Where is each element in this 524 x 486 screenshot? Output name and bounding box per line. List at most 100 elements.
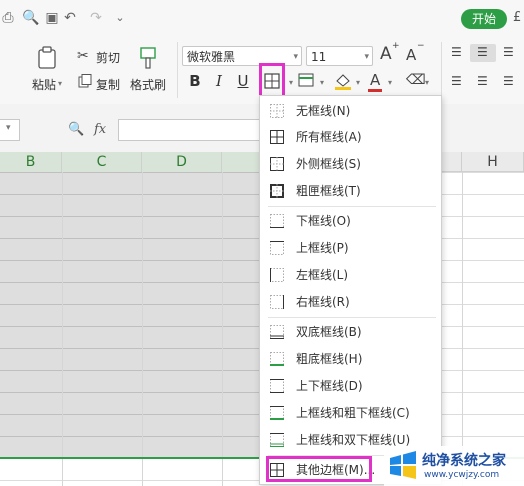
chevron-down-icon: ▾ [6, 123, 11, 133]
eraser-icon[interactable]: ⌫ [406, 72, 426, 88]
menu-item-all-borders[interactable]: 所有框线(A) [260, 124, 441, 150]
font-name-value: 微软雅黑 [187, 50, 236, 64]
chevron-down-icon[interactable]: ▾ [388, 78, 392, 87]
top-bottom-border-icon [270, 379, 284, 393]
undo-icon[interactable]: ↶ [62, 10, 78, 26]
menu-item-top-bottom-border[interactable]: 上下框线(D) [260, 373, 441, 399]
top-thick-bottom-border-icon [270, 406, 284, 420]
chevron-down-icon[interactable]: ▾ [356, 78, 360, 87]
grid-column-line [62, 172, 63, 486]
ribbon-separator [441, 42, 442, 98]
copy-button[interactable]: 复制 [96, 76, 120, 93]
customize-dropdown-icon[interactable]: ⌄ [112, 10, 128, 26]
toolbar-edge-icon: £ [513, 10, 522, 25]
font-color-button[interactable]: A [370, 71, 380, 89]
font-size-value: 11 [311, 50, 327, 64]
menu-item-label: 下框线(O) [296, 214, 351, 228]
align-left-icon[interactable]: ☰ [451, 74, 462, 88]
left-border-icon [270, 268, 284, 282]
scissors-icon[interactable]: ✂ [77, 48, 89, 64]
menu-item-right-border[interactable]: 右框线(R) [260, 289, 441, 315]
no-border-icon [270, 104, 284, 118]
double-bottom-border-icon [270, 325, 284, 339]
watermark-url: www.ycwjzy.com [424, 470, 500, 480]
menu-item-outside-borders[interactable]: 外侧框线(S) [260, 151, 441, 177]
top-border-icon [270, 241, 284, 255]
decrease-font-icon: − [417, 41, 425, 51]
format-painter-button[interactable]: 格式刷 [130, 76, 166, 93]
grid-column-line [222, 172, 223, 486]
thick-bottom-border-icon [270, 352, 284, 366]
fill-color-icon[interactable] [334, 72, 352, 90]
chevron-down-icon: ▾ [364, 52, 369, 62]
chevron-down-icon[interactable]: ▾ [425, 78, 429, 87]
menu-item-label: 上框线(P) [296, 241, 349, 255]
menu-item-double-bottom-border[interactable]: 双底框线(B) [260, 319, 441, 345]
menu-item-label: 粗底框线(H) [296, 352, 363, 366]
menu-item-label: 粗匣框线(T) [296, 184, 361, 198]
conditional-format-icon[interactable] [298, 73, 316, 89]
format-painter-icon[interactable] [137, 46, 159, 70]
redo-icon[interactable]: ↷ [88, 10, 104, 26]
menu-item-top-thick-bottom-border[interactable]: 上框线和粗下框线(C) [260, 400, 441, 426]
paste-button[interactable]: 粘贴 [32, 76, 56, 93]
ribbon-separator [177, 42, 178, 98]
decrease-font-button[interactable]: A [406, 46, 416, 64]
increase-font-icon: + [392, 41, 400, 51]
menu-item-bottom-border[interactable]: 下框线(O) [260, 208, 441, 234]
align-bottom-icon[interactable]: ☰ [503, 45, 514, 59]
watermark-logo-icon [390, 451, 416, 479]
align-middle-icon: ☰ [477, 45, 488, 59]
print-icon[interactable]: ⎙ [0, 10, 16, 26]
increase-font-button[interactable]: A [380, 44, 392, 64]
name-box[interactable]: ▾ [0, 119, 20, 141]
paste-dropdown-icon[interactable]: ▾ [58, 79, 62, 88]
formula-input[interactable] [118, 119, 268, 141]
print-preview-icon[interactable]: 🔍 [22, 10, 39, 26]
align-top-icon[interactable]: ☰ [451, 45, 462, 59]
fx-button[interactable]: fx [94, 122, 106, 137]
menu-item-left-border[interactable]: 左框线(L) [260, 262, 441, 288]
right-border-icon [270, 295, 284, 309]
thick-box-border-icon [270, 184, 284, 198]
menu-item-label: 双底框线(B) [296, 325, 362, 339]
menu-item-label: 左框线(L) [296, 268, 349, 282]
start-tab[interactable]: 开始 [461, 9, 507, 29]
italic-button[interactable]: I [210, 71, 228, 91]
align-center-icon[interactable]: ☰ [477, 74, 488, 88]
bold-button[interactable]: B [186, 71, 204, 91]
grid-column-line [142, 172, 143, 486]
chevron-down-icon[interactable]: ▾ [320, 78, 324, 87]
column-header-E[interactable] [222, 152, 262, 172]
cut-button[interactable]: 剪切 [96, 49, 120, 66]
menu-item-top-border[interactable]: 上框线(P) [260, 235, 441, 261]
align-right-icon[interactable]: ☰ [503, 74, 514, 88]
menu-item-label: 所有框线(A) [296, 130, 362, 144]
grid-column-line [462, 172, 463, 486]
paste-icon[interactable] [36, 46, 58, 70]
quick-access-bar: ⎙ 🔍 ▣ ↶ ↷ ⌄ 开始 £ [0, 0, 524, 36]
menu-separator [268, 317, 436, 318]
zoom-search-icon[interactable]: 🔍 [68, 122, 84, 137]
copy-icon[interactable] [78, 74, 92, 88]
menu-item-label: 无框线(N) [296, 104, 351, 118]
column-header-H[interactable]: H [462, 152, 524, 172]
font-color-swatch [368, 89, 382, 92]
outside-borders-icon [270, 157, 284, 171]
menu-item-thick-box-border[interactable]: 粗匣框线(T) [260, 178, 441, 204]
watermark-title: 纯净系统之家 [422, 453, 506, 469]
menu-item-label: 外侧框线(S) [296, 157, 361, 171]
border-dropdown-icon[interactable]: ▾ [289, 78, 293, 87]
border-dropdown-menu: 无框线(N) 所有框线(A) 外侧框线(S) 粗匣框线(T) 下框线(O) 上框… [259, 95, 442, 485]
menu-item-thick-bottom-border[interactable]: 粗底框线(H) [260, 346, 441, 372]
font-size-select[interactable]: 11 ▾ [306, 46, 373, 66]
column-header-D[interactable]: D [142, 152, 222, 172]
save-icon[interactable]: ▣ [44, 10, 60, 26]
underline-button[interactable]: U [234, 71, 252, 91]
bottom-border-icon [270, 214, 284, 228]
chevron-down-icon: ▾ [293, 52, 298, 62]
column-header-B[interactable]: B [0, 152, 62, 172]
menu-item-no-border[interactable]: 无框线(N) [260, 98, 441, 124]
menu-item-label: 右框线(R) [296, 295, 350, 309]
column-header-C[interactable]: C [62, 152, 142, 172]
